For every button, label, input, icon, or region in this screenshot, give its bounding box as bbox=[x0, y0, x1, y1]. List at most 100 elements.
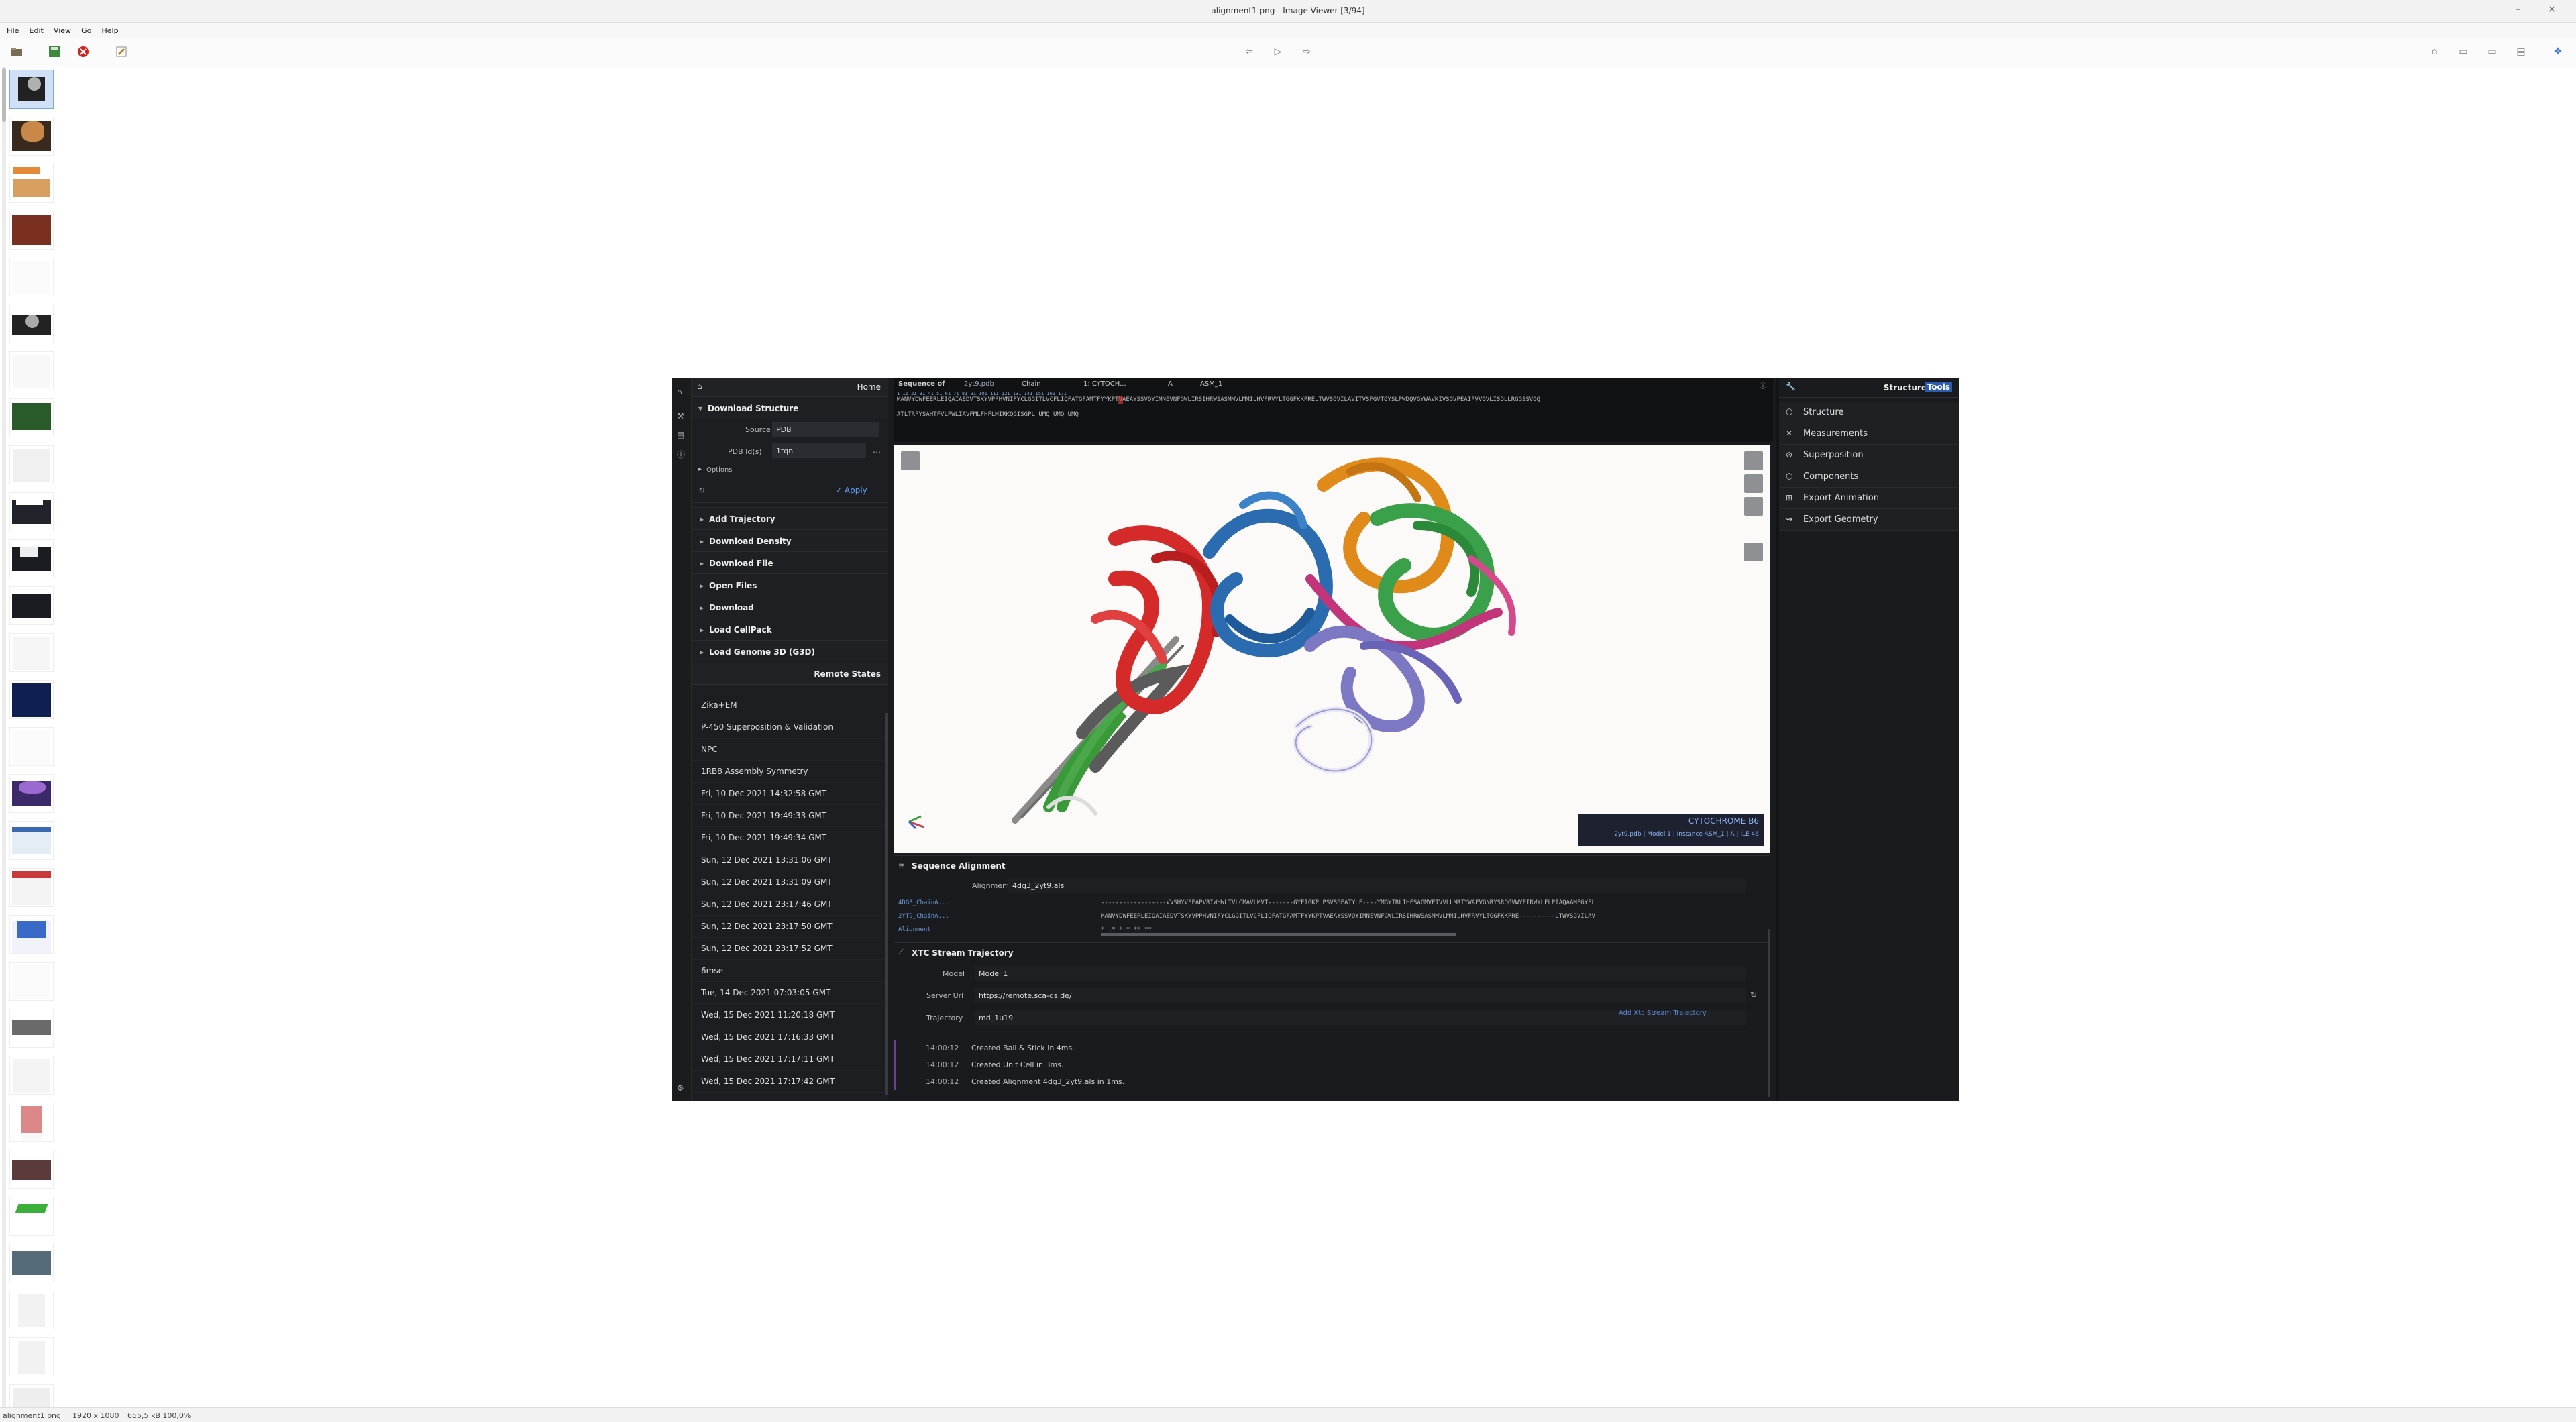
settings-icon[interactable]: ⚙ bbox=[677, 1083, 684, 1093]
remote-state-item[interactable]: Wed, 15 Dec 2021 17:17:42 GMT bbox=[692, 1071, 888, 1093]
menu-edit[interactable]: Edit bbox=[30, 26, 44, 35]
action-download-density[interactable]: ▸ Download Density bbox=[692, 529, 888, 551]
stop-icon[interactable] bbox=[76, 44, 91, 59]
thumbnail-item[interactable] bbox=[9, 351, 54, 390]
remote-state-item[interactable]: Sun, 12 Dec 2021 23:17:50 GMT bbox=[692, 916, 888, 938]
thumbnail-item[interactable] bbox=[9, 492, 54, 531]
alignment-scrollbar[interactable] bbox=[1101, 933, 1456, 936]
thumbnail-item[interactable] bbox=[9, 1244, 54, 1282]
bottom-scrollbar[interactable] bbox=[1768, 929, 1770, 1097]
fullscreen-icon[interactable]: ✥ bbox=[2551, 44, 2565, 59]
thumbnail-item[interactable] bbox=[9, 774, 54, 813]
thumbnail-item[interactable] bbox=[9, 821, 54, 860]
action-open-files[interactable]: ▸ Open Files bbox=[692, 573, 888, 596]
remote-state-item[interactable]: Sun, 12 Dec 2021 13:31:06 GMT bbox=[692, 849, 888, 871]
thumbnail-item[interactable] bbox=[9, 633, 54, 672]
remote-state-item[interactable]: P-450 Superposition & Validation bbox=[692, 716, 888, 739]
remote-state-item[interactable]: NPC bbox=[692, 739, 888, 761]
thumbnail-item[interactable] bbox=[9, 1384, 54, 1407]
tool-superposition[interactable]: ⊘ Superposition bbox=[1779, 445, 1959, 466]
menu-view[interactable]: View bbox=[54, 26, 71, 35]
thumbnail-item[interactable] bbox=[9, 164, 54, 203]
thumbnail-strip[interactable] bbox=[0, 67, 60, 1407]
menu-file[interactable]: File bbox=[7, 26, 19, 35]
remote-state-item[interactable]: Wed, 15 Dec 2021 17:17:11 GMT bbox=[692, 1048, 888, 1071]
sequence-line[interactable]: ATLTRFYSAHTFVLPWLIAVFMLFHFLMIRKQGISGPL U… bbox=[897, 411, 1079, 418]
action-download-file[interactable]: ▸ Download File bbox=[692, 551, 888, 573]
chain-select[interactable]: 1: CYTOCH... bbox=[1083, 380, 1126, 388]
thumbnail-item[interactable] bbox=[9, 117, 54, 156]
alignment-sequence[interactable]: MANVYDWFEERLEIQAIAEDVTSKYVPPHVNIFYCLGGIT… bbox=[1101, 913, 1595, 920]
remote-state-item[interactable]: Fri, 10 Dec 2021 14:32:58 GMT bbox=[692, 783, 888, 805]
thumbnail-item[interactable] bbox=[9, 1197, 54, 1236]
thumbnail-item[interactable] bbox=[9, 1103, 54, 1142]
previous-icon[interactable]: ⇦ bbox=[1242, 44, 1256, 59]
edit-icon[interactable] bbox=[114, 44, 129, 59]
options-row[interactable]: ▸ Options bbox=[692, 463, 888, 479]
sequence-alignment-header[interactable]: ≋ Sequence Alignment bbox=[894, 855, 1770, 875]
thumbnail-item[interactable] bbox=[9, 680, 54, 719]
layers-icon[interactable]: ▤ bbox=[677, 430, 684, 439]
sequence-file-select[interactable]: 2yt9.pdb bbox=[964, 380, 994, 388]
thumbnail-item[interactable] bbox=[9, 727, 54, 766]
action-add-trajectory[interactable]: ▸ Add Trajectory bbox=[692, 507, 888, 529]
more-icon[interactable]: ⋯ bbox=[873, 447, 881, 457]
remote-state-item[interactable]: 1RB8 Assembly Symmetry bbox=[692, 761, 888, 783]
3d-viewport[interactable]: CYTOCHROME B6 2yt9.pdb | Model 1 | Insta… bbox=[894, 445, 1770, 853]
model-select[interactable]: Model 1 bbox=[975, 966, 1746, 981]
help-icon[interactable]: ⓘ bbox=[677, 449, 685, 460]
remote-state-item[interactable]: Fri, 10 Dec 2021 19:49:34 GMT bbox=[692, 827, 888, 849]
help-icon[interactable]: ⓘ bbox=[1760, 380, 1766, 390]
thumbnail-scrollbar-handle[interactable] bbox=[2, 68, 6, 122]
home-icon[interactable]: ⌂ bbox=[677, 387, 682, 396]
next-icon[interactable]: ⇨ bbox=[1299, 44, 1314, 59]
tool-export-geometry[interactable]: ⇝ Export Geometry bbox=[1779, 509, 1959, 531]
alignment-select[interactable]: 4dg3_2yt9.als bbox=[1008, 878, 1746, 893]
menu-help[interactable]: Help bbox=[101, 26, 118, 35]
xtc-header[interactable]: ⟋ XTC Stream Trajectory bbox=[894, 942, 1770, 963]
action-download[interactable]: ▸ Download bbox=[692, 596, 888, 618]
remote-state-item[interactable]: Sun, 12 Dec 2021 13:31:09 GMT bbox=[692, 871, 888, 893]
remote-state-item[interactable]: Sun, 12 Dec 2021 23:17:46 GMT bbox=[692, 893, 888, 916]
action-load-genome[interactable]: ▸ Load Genome 3D (G3D) bbox=[692, 640, 888, 662]
apply-button[interactable]: ✓ Apply bbox=[835, 486, 867, 495]
remote-state-item[interactable]: Fri, 10 Dec 2021 19:49:33 GMT bbox=[692, 805, 888, 827]
menu-go[interactable]: Go bbox=[81, 26, 91, 35]
alignment-sequence[interactable]: ------------------VVSHYVFEAPVRIWHWLTVLCM… bbox=[1101, 899, 1595, 906]
play-icon[interactable]: ▷ bbox=[1271, 44, 1285, 59]
action-load-cellpack[interactable]: ▸ Load CellPack bbox=[692, 618, 888, 640]
thumbnail-item[interactable] bbox=[9, 398, 54, 437]
thumbnail-item[interactable] bbox=[9, 445, 54, 484]
sequence-line[interactable]: MANVYDWFEERLEIQAIAEDVTSKYVPPHVNIFYCLGGIT… bbox=[897, 396, 1540, 403]
remote-state-item[interactable]: 6mse bbox=[692, 960, 888, 982]
zoom-100-icon[interactable]: ▤ bbox=[2514, 44, 2528, 59]
close-button[interactable]: × bbox=[2545, 4, 2559, 15]
thumbnail-item[interactable] bbox=[9, 258, 54, 296]
open-folder-icon[interactable] bbox=[9, 44, 24, 59]
thumbnail-item[interactable] bbox=[9, 1150, 54, 1189]
thumbnail-item[interactable] bbox=[9, 70, 54, 109]
remote-state-item[interactable]: Wed, 15 Dec 2021 11:20:18 GMT bbox=[692, 1004, 888, 1026]
thumbnail-item[interactable] bbox=[9, 1291, 54, 1329]
thumbnail-item[interactable] bbox=[9, 1337, 54, 1376]
thumbnail-item[interactable] bbox=[9, 1009, 54, 1048]
thumbnail-item[interactable] bbox=[9, 962, 54, 1001]
tool-measurements[interactable]: ✕ Measurements bbox=[1779, 423, 1959, 445]
zoom-in-icon[interactable]: ▭ bbox=[2485, 44, 2500, 59]
thumbnail-item[interactable] bbox=[9, 586, 54, 625]
remote-state-item[interactable]: Sun, 12 Dec 2021 23:17:52 GMT bbox=[692, 938, 888, 960]
remote-state-item[interactable]: Zika+EM bbox=[692, 694, 888, 716]
reset-icon[interactable]: ↻ bbox=[698, 486, 705, 495]
pdbid-input[interactable]: 1tqn bbox=[772, 443, 866, 458]
tool-components[interactable]: ⬡ Components bbox=[1779, 466, 1959, 488]
thumbnail-item[interactable] bbox=[9, 211, 54, 250]
assembly-select[interactable]: ASM_1 bbox=[1200, 380, 1222, 388]
remote-state-item[interactable]: Wed, 15 Dec 2021 17:16:33 GMT bbox=[692, 1026, 888, 1048]
tool-structure[interactable]: ⬡ Structure bbox=[1779, 402, 1959, 423]
refresh-icon[interactable]: ↻ bbox=[1750, 990, 1757, 999]
server-url-input[interactable]: https://remote.sca-ds.de/ bbox=[975, 988, 1746, 1003]
thumbnail-item[interactable] bbox=[9, 1056, 54, 1095]
zoom-out-icon[interactable]: ▭ bbox=[2456, 44, 2471, 59]
download-structure-header[interactable]: ▾ Download Structure bbox=[692, 396, 888, 419]
remote-state-item[interactable]: Tue, 14 Dec 2021 07:03:05 GMT bbox=[692, 982, 888, 1004]
